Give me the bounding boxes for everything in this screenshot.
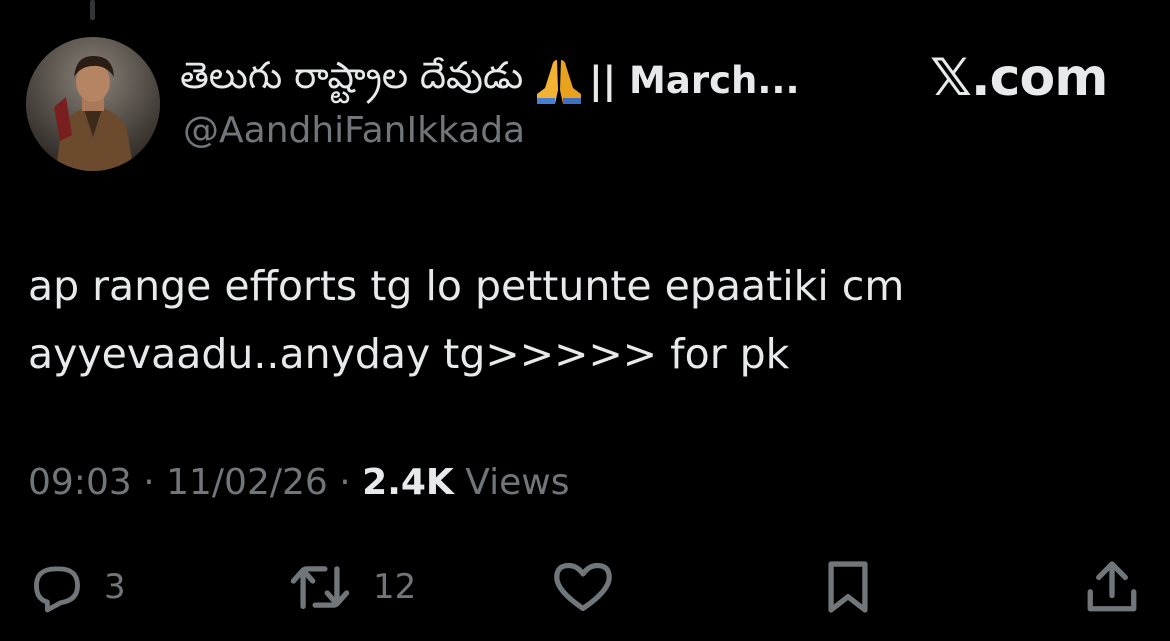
tweet-time[interactable]: 09:03 bbox=[28, 462, 132, 503]
views-label: Views bbox=[465, 462, 570, 503]
avatar[interactable] bbox=[26, 37, 160, 171]
share-icon bbox=[1087, 561, 1137, 612]
bookmark-button[interactable] bbox=[822, 555, 874, 619]
author-display-name[interactable]: తెలుగు రాష్ట్రాల దేవుడు || March... bbox=[180, 52, 800, 108]
meta-separator: · bbox=[143, 462, 155, 503]
reply-icon bbox=[34, 566, 80, 613]
tweet-date[interactable]: 11/02/26 bbox=[166, 462, 328, 503]
bookmark-icon bbox=[828, 561, 868, 613]
meta-separator: · bbox=[339, 462, 351, 503]
heart-icon bbox=[554, 562, 612, 612]
author-name-telugu: తెలుగు రాష్ట్రాల దేవుడు bbox=[180, 54, 524, 97]
thread-connector-line bbox=[90, 0, 95, 20]
author-handle[interactable]: @AandhiFanIkkada bbox=[183, 110, 525, 151]
brand-watermark: 𝕏.com bbox=[930, 48, 1108, 108]
tweet-meta: 09:03 · 11/02/26 · 2.4K Views bbox=[28, 462, 569, 503]
tweet-action-bar: 3 12 bbox=[0, 555, 1170, 619]
share-button[interactable] bbox=[1083, 555, 1141, 619]
views-count: 2.4K bbox=[362, 462, 454, 503]
retweet-icon bbox=[290, 566, 350, 609]
reply-button[interactable]: 3 bbox=[28, 555, 126, 619]
author-name-suffix: || March... bbox=[589, 58, 800, 102]
tweet-text: ap range efforts tg lo pettunte epaatiki… bbox=[28, 262, 905, 378]
retweet-count: 12 bbox=[373, 567, 417, 607]
retweet-button[interactable]: 12 bbox=[285, 555, 416, 619]
folded-hands-emoji-icon bbox=[537, 60, 582, 104]
like-button[interactable] bbox=[552, 555, 614, 619]
avatar-image bbox=[26, 37, 160, 171]
reply-count: 3 bbox=[104, 567, 126, 607]
